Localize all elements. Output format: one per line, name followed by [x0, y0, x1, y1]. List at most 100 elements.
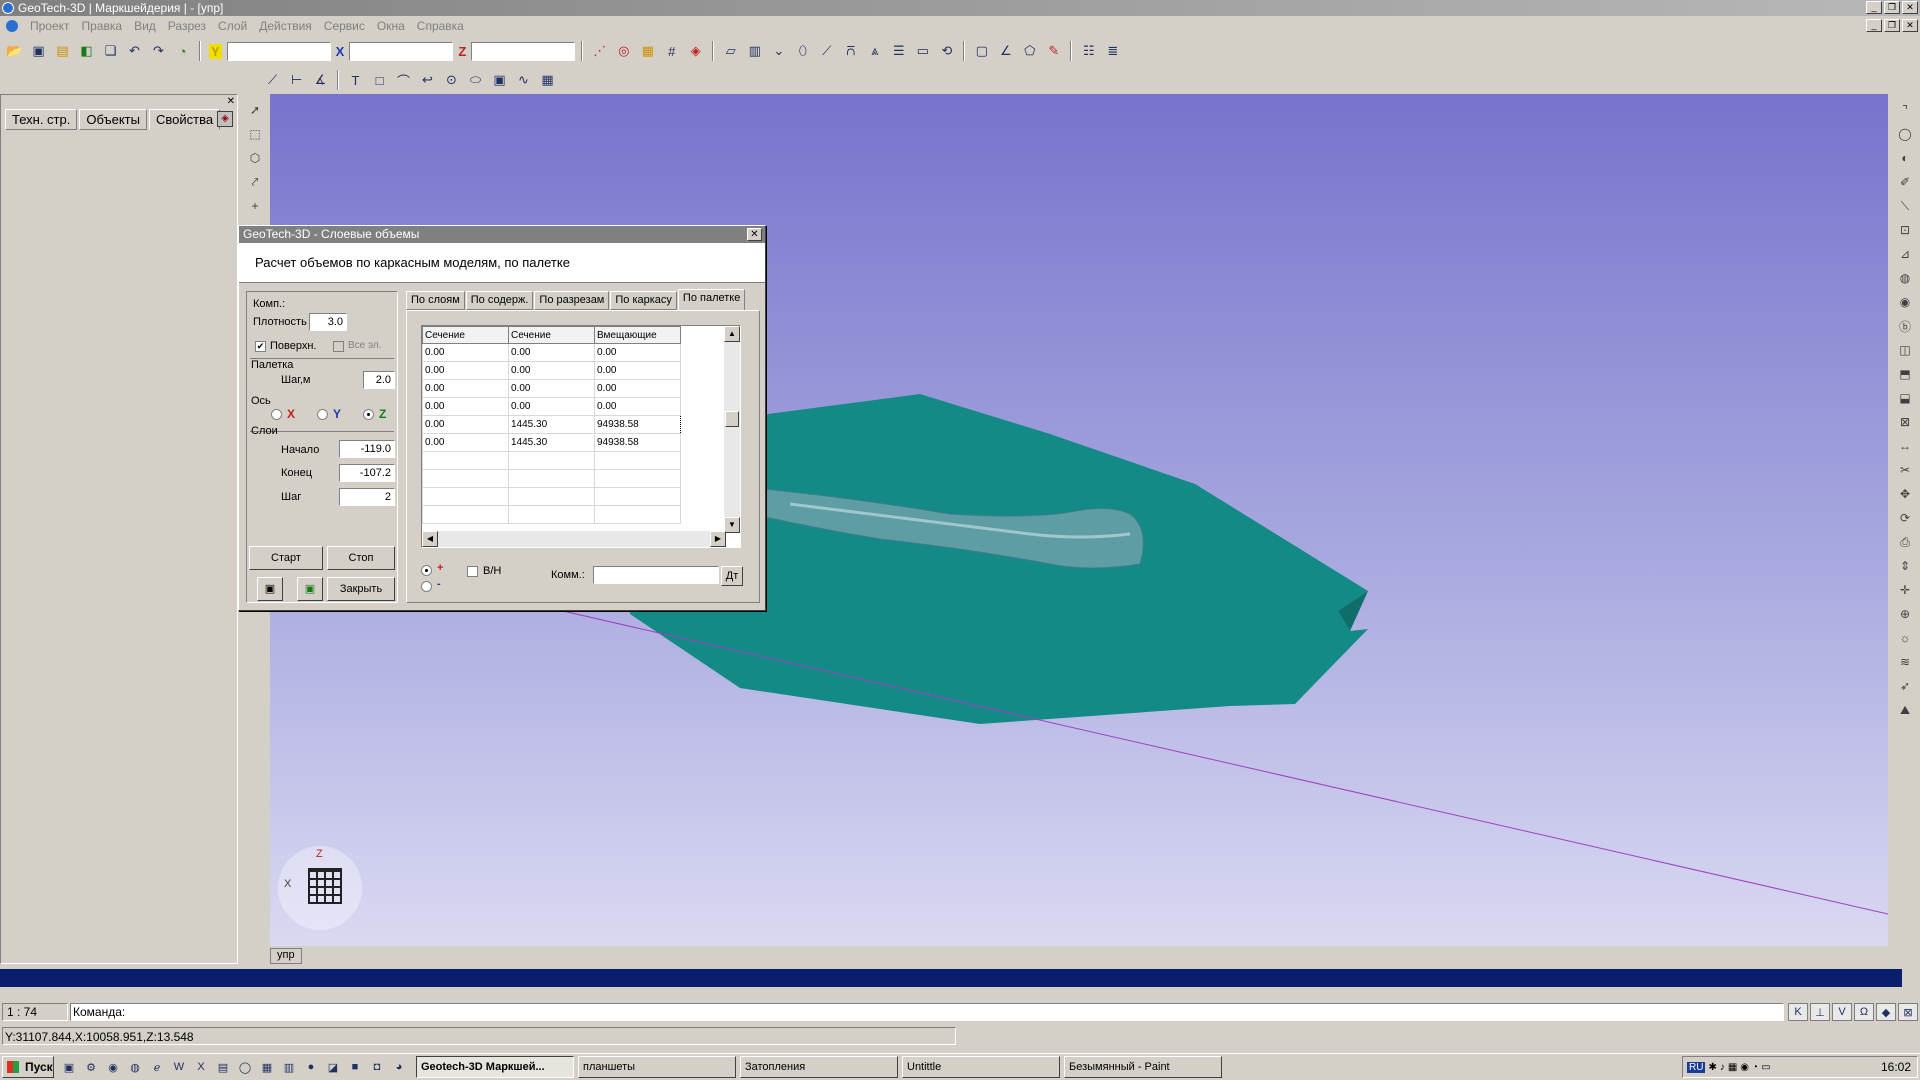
save-all-icon[interactable]: ▤ [52, 41, 73, 61]
table-row[interactable]: 0.00 1445.30 94938.58 [422, 415, 681, 434]
table-cell[interactable] [594, 469, 681, 488]
table-row[interactable]: 0.00 0.00 0.00 [422, 361, 681, 380]
undo-icon[interactable]: ↶ [124, 41, 145, 61]
grid-snap-icon[interactable]: ⊠ [1898, 1003, 1918, 1021]
quicklaunch-media-icon[interactable]: ◉ [104, 1058, 122, 1076]
bridge-icon[interactable]: ⩃ [840, 41, 861, 61]
antivirus-icon[interactable]: ◉ [1740, 1062, 1749, 1073]
pencil-icon[interactable]: ✎ [1043, 41, 1064, 61]
menu-actions[interactable]: Действия [253, 19, 318, 33]
quicklaunch-doc-icon[interactable]: ▤ [214, 1058, 232, 1076]
cross-box-icon[interactable]: ⊠ [1895, 412, 1915, 432]
save-disk-icon[interactable]: ▣ [257, 577, 283, 601]
rotate-icon[interactable]: ⟳ [1895, 508, 1915, 528]
magnet-icon[interactable]: Ω [1854, 1003, 1874, 1021]
table-cell[interactable]: 0.00 [594, 379, 681, 398]
table-cell[interactable] [422, 469, 509, 488]
clock-tray-icon[interactable]: ◔ [1752, 1062, 1758, 1073]
box-icon[interactable]: ▢ [971, 41, 992, 61]
table-cell[interactable] [594, 505, 681, 524]
rectangle-icon[interactable]: □ [369, 70, 390, 90]
table-cell[interactable]: 0.00 [594, 397, 681, 416]
capsule-icon[interactable]: ⬯ [792, 41, 813, 61]
quicklaunch-chrome-icon[interactable]: ◕ [390, 1058, 408, 1076]
step-input[interactable]: 2 [339, 488, 395, 506]
table-cell[interactable]: 1445.30 [508, 415, 595, 434]
vertical-scrollbar[interactable]: ▲ ▼ [724, 326, 740, 533]
lines-icon[interactable]: ⟋ [816, 41, 837, 61]
tab-by-frame[interactable]: По каркасу [610, 291, 677, 310]
columns-icon[interactable]: ▥ [744, 41, 765, 61]
doc-restore-button[interactable]: ❐ [1884, 19, 1900, 32]
minus-radio[interactable] [421, 581, 432, 592]
axis-y-radio[interactable] [317, 409, 328, 420]
tab-by-sections[interactable]: По разрезам [534, 291, 610, 310]
quicklaunch-excel-icon[interactable]: X [192, 1058, 210, 1076]
layers-icon[interactable]: ◧ [76, 41, 97, 61]
tab-objects[interactable]: Объекты [79, 109, 147, 130]
table-icon[interactable]: ▦ [537, 70, 558, 90]
quicklaunch-ie-icon[interactable]: ℯ [148, 1058, 166, 1076]
network-icon[interactable]: ▦ [1728, 1062, 1737, 1073]
select-node-icon[interactable]: ⤤ [246, 172, 264, 192]
table-cell[interactable]: 0.00 [422, 379, 509, 398]
table-cell[interactable]: 1445.30 [508, 433, 595, 452]
table-row[interactable] [422, 505, 681, 524]
info-icon[interactable]: ⓑ [1895, 316, 1915, 336]
stairs-icon[interactable]: ⊿ [1895, 244, 1915, 264]
column-header[interactable]: Вмещающие [594, 326, 681, 344]
terrain-icon[interactable]: ⛰ [1895, 700, 1915, 720]
table-cell[interactable]: 0.00 [422, 397, 509, 416]
light-icon[interactable]: ☼ [1895, 628, 1915, 648]
vn-checkbox[interactable] [467, 566, 478, 577]
list-icon[interactable]: ≣ [1102, 41, 1123, 61]
table-cell[interactable]: 0.00 [422, 361, 509, 380]
tab-by-layers[interactable]: По слоям [406, 291, 465, 310]
bluetooth-icon[interactable]: ✱ [1708, 1062, 1716, 1073]
square-icon[interactable]: ▣ [489, 70, 510, 90]
contour-icon[interactable]: ≋ [1895, 652, 1915, 672]
scroll-left-icon[interactable]: ◀ [422, 531, 438, 547]
cube-top-icon[interactable]: ⬒ [1895, 364, 1915, 384]
menu-project[interactable]: Проект [24, 19, 76, 33]
circle-icon[interactable]: ⊙ [441, 70, 462, 90]
all-elements-checkbox[interactable] [333, 341, 344, 352]
minimize-button[interactable]: _ [1866, 1, 1882, 14]
table-cell[interactable] [508, 451, 595, 470]
volume-icon[interactable]: ♪ [1720, 1062, 1725, 1073]
save-icon[interactable]: ▣ [28, 41, 49, 61]
table-cell[interactable] [508, 487, 595, 506]
quicklaunch-folder-icon[interactable]: ◘ [368, 1058, 386, 1076]
cube-side-icon[interactable]: ⬓ [1895, 388, 1915, 408]
table-row[interactable] [422, 451, 681, 470]
curve-icon[interactable]: ↩ [417, 70, 438, 90]
x-coord-input[interactable] [349, 41, 454, 61]
brush-icon[interactable]: ✐ [1895, 172, 1915, 192]
tab-properties[interactable]: Свойства [148, 109, 221, 130]
task-tablets-folder[interactable]: планшеты [578, 1056, 736, 1078]
redo-icon[interactable]: ↷ [148, 41, 169, 61]
quicklaunch-globe-icon[interactable]: ◯ [236, 1058, 254, 1076]
table-cell[interactable]: 0.00 [422, 343, 509, 362]
task-paint[interactable]: Безымянный - Paint [1064, 1056, 1222, 1078]
y-coord-input[interactable] [226, 41, 331, 61]
menu-windows[interactable]: Окна [371, 19, 411, 33]
table-cell[interactable]: 0.00 [594, 361, 681, 380]
cursor-icon[interactable]: ➶ [1895, 676, 1915, 696]
quicklaunch-app-icon[interactable]: ▣ [60, 1058, 78, 1076]
menu-help[interactable]: Справка [411, 19, 470, 33]
table-cell-selected[interactable]: 94938.58 [594, 415, 681, 434]
layers-stack-icon[interactable]: ☰ [888, 41, 909, 61]
angle-measure-icon[interactable]: ∡ [310, 70, 331, 90]
spline-icon[interactable]: ∿ [513, 70, 534, 90]
dimension-icon[interactable]: ⊢ [286, 70, 307, 90]
end-input[interactable]: -107.2 [339, 464, 395, 482]
quicklaunch-grid-icon[interactable]: ▥ [280, 1058, 298, 1076]
move-v-icon[interactable]: ⇕ [1895, 556, 1915, 576]
print-icon[interactable]: ⎙ [1895, 532, 1915, 552]
doc-close-button[interactable]: ✕ [1902, 19, 1918, 32]
pattern-icon[interactable]: ▱ [720, 41, 741, 61]
doc-minimize-button[interactable]: _ [1866, 19, 1882, 32]
column-header[interactable]: Сечение [422, 326, 509, 344]
start-button[interactable]: Пуск [2, 1056, 54, 1078]
